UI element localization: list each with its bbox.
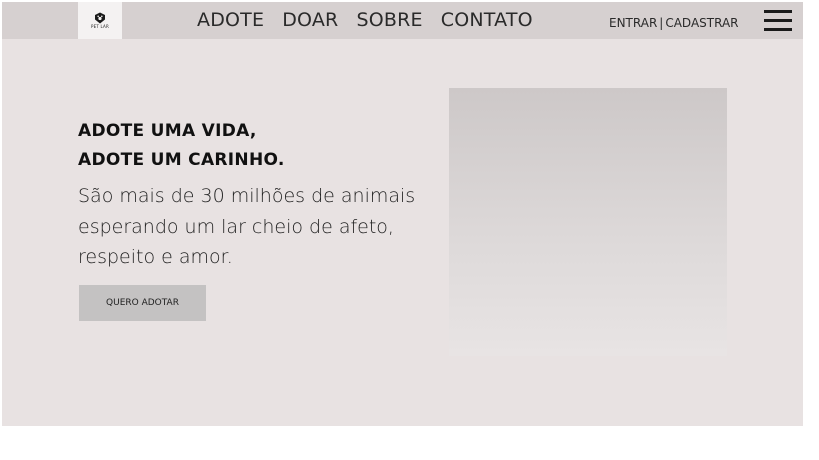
quero-adotar-button[interactable]: QUERO ADOTAR xyxy=(79,285,206,321)
auth-links: ENTRAR | CADASTRAR xyxy=(609,17,739,29)
paw-shield-icon xyxy=(95,12,105,24)
landing-page: PET LAR ADOTE DOAR SOBRE CONTATO ENTRAR … xyxy=(2,2,803,426)
hamburger-menu-icon[interactable] xyxy=(764,8,792,32)
logo[interactable]: PET LAR xyxy=(78,2,122,39)
hero-subtext: São mais de 30 milhões de animais espera… xyxy=(78,185,416,268)
main-navigation: ADOTE DOAR SOBRE CONTATO xyxy=(197,11,533,30)
logo-text: PET LAR xyxy=(91,24,109,29)
nav-link-sobre[interactable]: SOBRE xyxy=(356,11,422,30)
signup-link[interactable]: CADASTRAR xyxy=(665,17,738,29)
headline-line-1: ADOTE UMA VIDA, xyxy=(78,121,257,141)
login-link[interactable]: ENTRAR xyxy=(609,17,657,29)
menu-bar-middle xyxy=(764,19,792,22)
headline-line-2: ADOTE UM CARINHO. xyxy=(78,150,285,170)
hero-headline: ADOTE UMA VIDA, ADOTE UM CARINHO. xyxy=(78,117,285,175)
auth-separator: | xyxy=(659,16,664,30)
top-navigation-bar: PET LAR ADOTE DOAR SOBRE CONTATO ENTRAR … xyxy=(2,2,803,39)
nav-link-adote[interactable]: ADOTE xyxy=(197,11,264,30)
nav-link-contato[interactable]: CONTATO xyxy=(441,11,533,30)
menu-bar-top xyxy=(764,10,792,13)
menu-bar-bottom xyxy=(764,28,792,31)
hero-image-placeholder xyxy=(449,88,727,356)
nav-link-doar[interactable]: DOAR xyxy=(282,11,338,30)
